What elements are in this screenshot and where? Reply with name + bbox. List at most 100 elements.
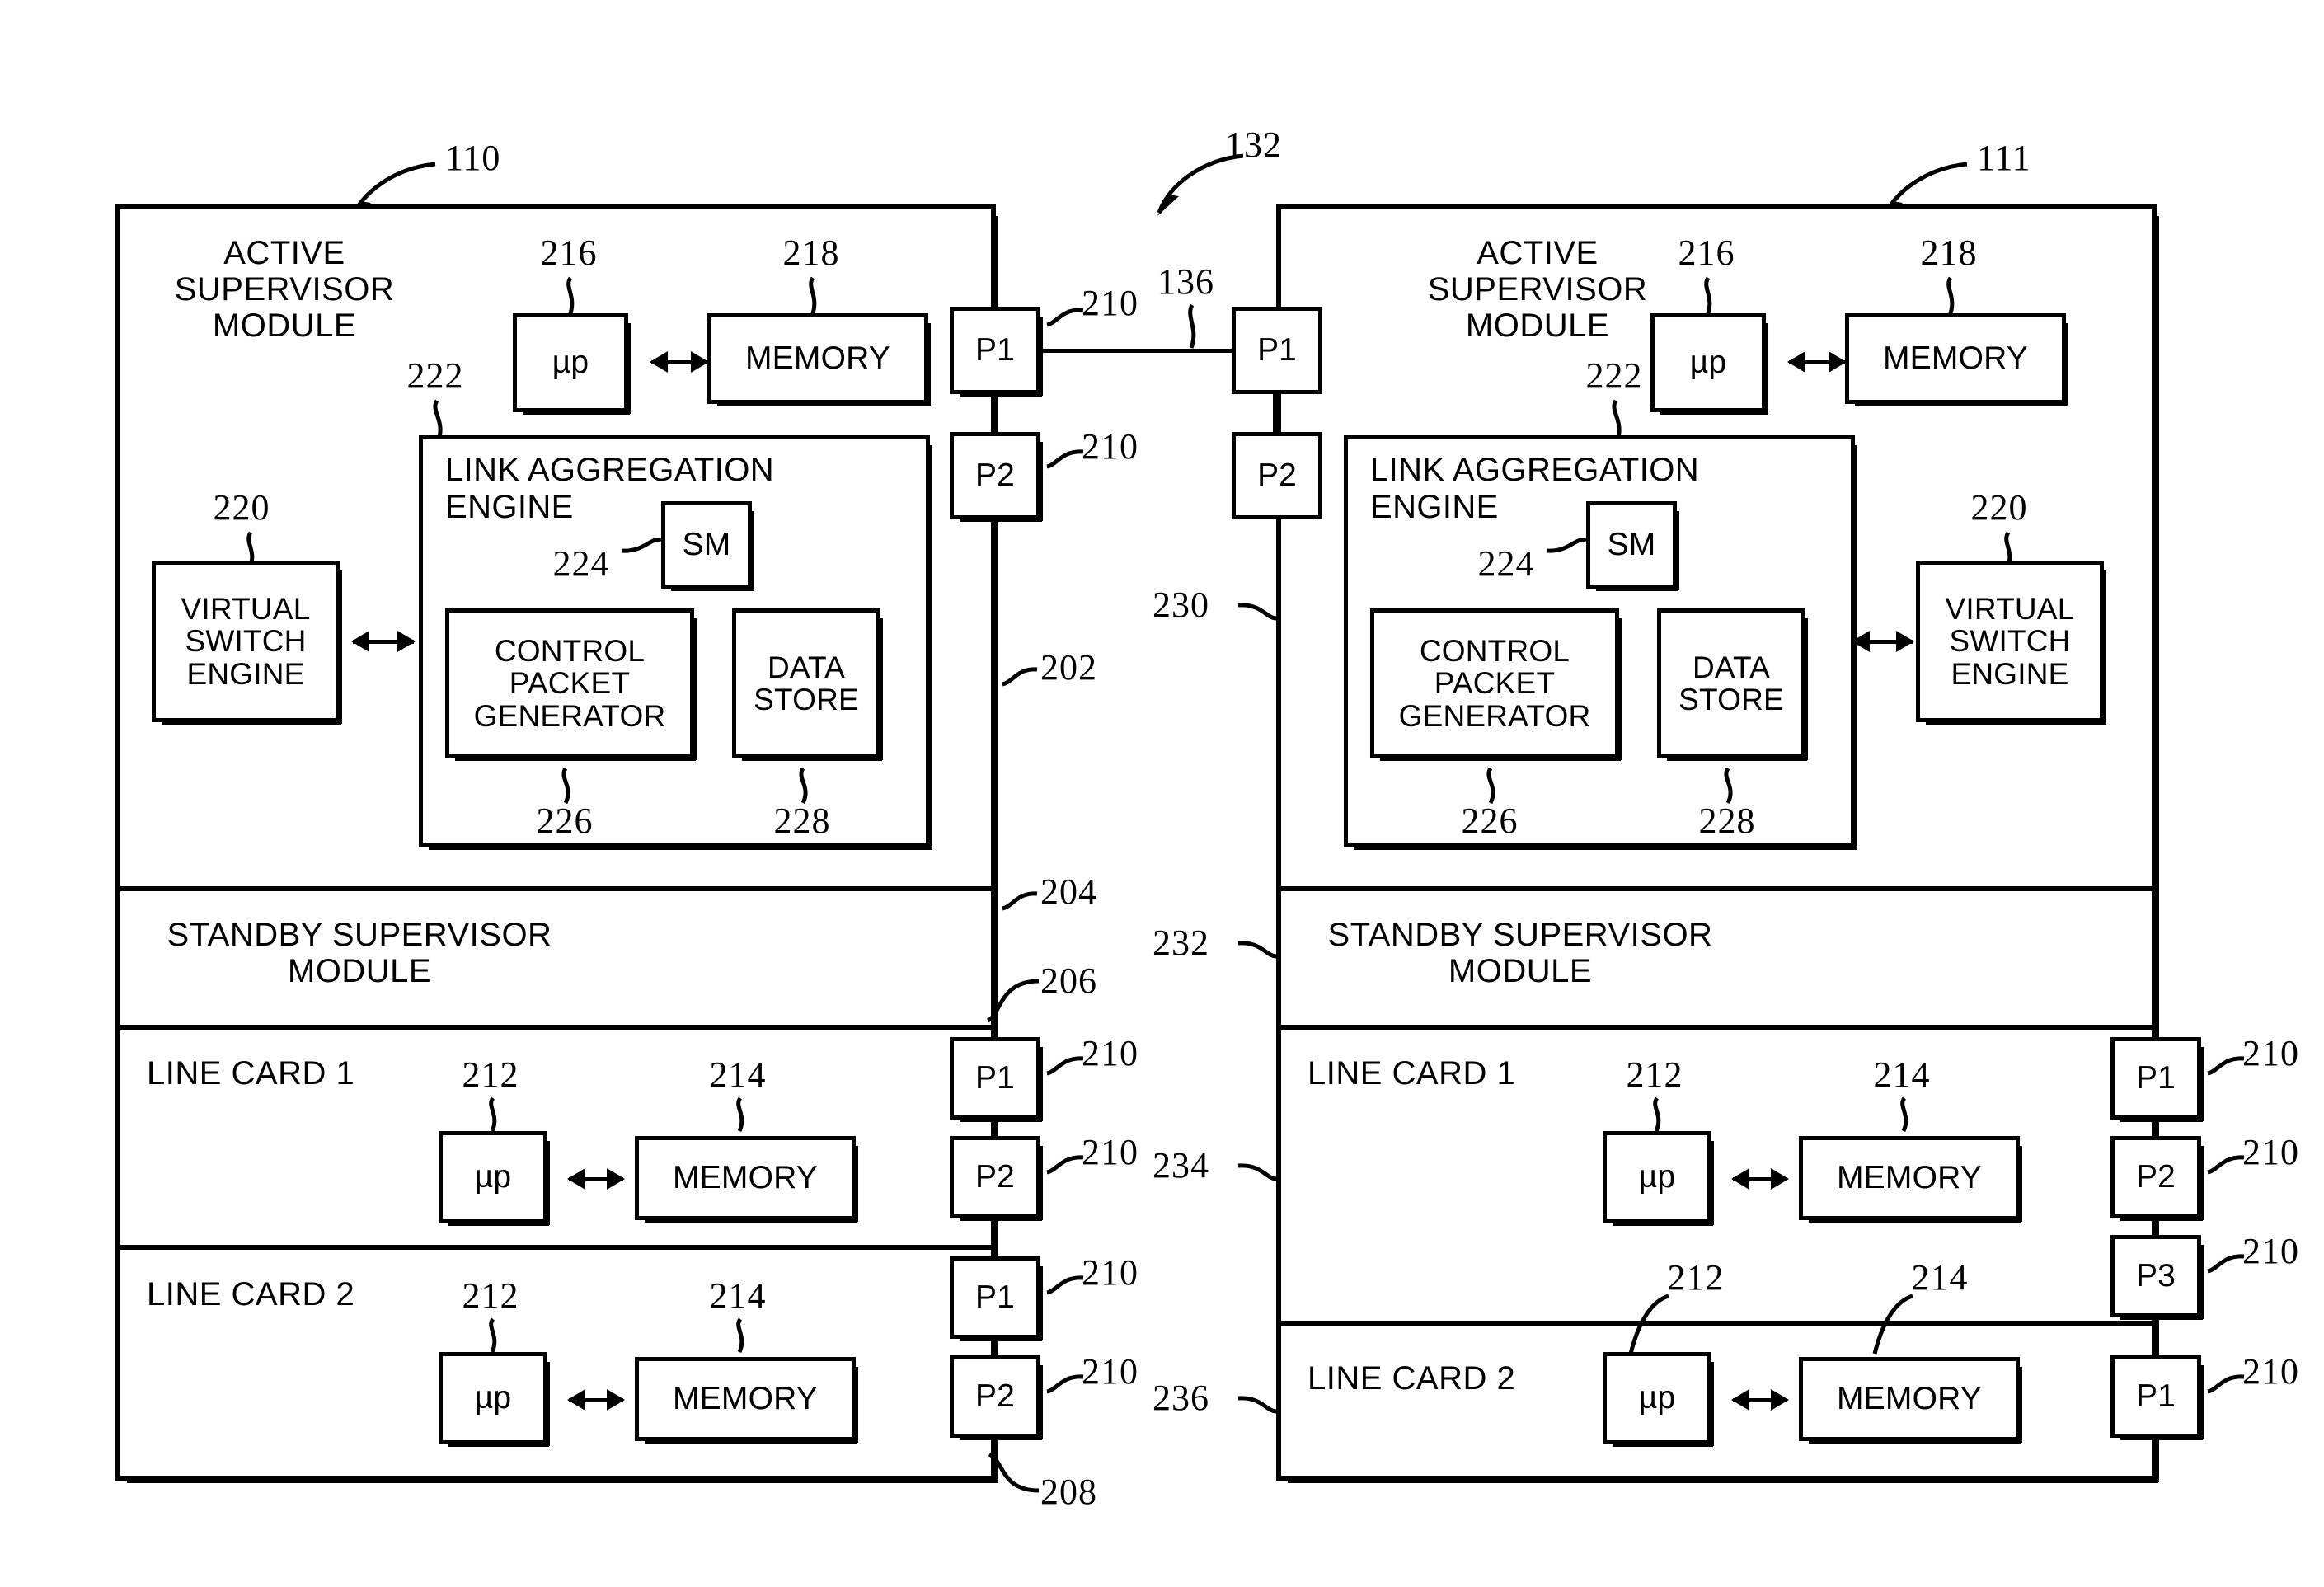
left-lc2-ref-214: 214 <box>709 1275 767 1316</box>
left-lc1-memory: MEMORY <box>635 1136 858 1223</box>
left-lae-ref-224: 224 <box>552 543 610 584</box>
left-ref-210-sup1: 210 <box>1082 283 1139 323</box>
left-sup-leader-216 <box>557 276 582 317</box>
left-virtual-switch-engine: VIRTUAL SWITCH ENGINE <box>152 561 342 725</box>
left-sup-ref-216: 216 <box>540 232 598 273</box>
right-sup-port-p2[interactable]: P2 <box>1232 432 1322 519</box>
right-ref-228: 228 <box>1698 801 1756 841</box>
left-sep-supervisor-standby <box>115 886 996 891</box>
left-lae-leader-224 <box>618 534 663 561</box>
left-lc2-port-p2[interactable]: P2 <box>950 1355 1043 1440</box>
right-lc2-arrow <box>1731 1389 1789 1411</box>
left-lc2-ref-212: 212 <box>462 1275 519 1316</box>
left-control-packet-generator: CONTROL PACKET GENERATOR <box>445 608 697 761</box>
right-lc1-arrow <box>1731 1168 1789 1190</box>
left-ref-210-lc1p1: 210 <box>1082 1033 1139 1073</box>
right-control-packet-generator-label: CONTROL PACKET GENERATOR <box>1398 634 1591 733</box>
left-line-card-2-title: LINE CARD 2 <box>147 1276 355 1312</box>
right-ref-234: 234 <box>1153 1145 1209 1186</box>
right-lc2-memory-label: MEMORY <box>1837 1381 1982 1417</box>
left-leader-206 <box>983 974 1040 1024</box>
left-lc1-port-p1[interactable]: P1 <box>950 1037 1043 1122</box>
left-lc2-microprocessor-label: µp <box>474 1380 512 1416</box>
left-ref-206: 206 <box>1040 960 1097 1001</box>
left-leader-210-lc1p2 <box>1045 1151 1085 1176</box>
right-lae-leader-224 <box>1543 534 1588 561</box>
right-vse-ref-220: 220 <box>1970 487 2028 528</box>
right-lc1-leader-214 <box>1891 1096 1916 1133</box>
left-sup-port-p1[interactable]: P1 <box>950 307 1043 397</box>
left-lc2-memory-label: MEMORY <box>673 1381 818 1417</box>
left-lc2-port-p1[interactable]: P1 <box>950 1256 1043 1341</box>
right-sup-leader-218 <box>1937 276 1962 317</box>
left-lc1-leader-212 <box>480 1096 505 1133</box>
right-ref-230: 230 <box>1153 585 1209 625</box>
left-sup-memory-label: MEMORY <box>745 340 890 377</box>
right-ref-210-lc1p2: 210 <box>2242 1132 2299 1172</box>
left-leader-210-lc2p2 <box>1045 1370 1085 1395</box>
right-lc1-memory: MEMORY <box>1799 1136 2022 1223</box>
right-sup-port-connector <box>1273 394 1280 432</box>
right-sup-memory-label: MEMORY <box>1883 340 2028 377</box>
left-lc1-leader-214 <box>727 1096 752 1133</box>
right-lc1-memory-label: MEMORY <box>1837 1160 1982 1196</box>
right-lc2-port-p1[interactable]: P1 <box>2110 1355 2204 1440</box>
left-leader-210-lc1p1 <box>1045 1052 1085 1077</box>
right-lc1-port-p2[interactable]: P2 <box>2110 1136 2204 1221</box>
left-standby-supervisor-title: STANDBY SUPERVISOR MODULE <box>167 917 552 989</box>
left-ref-210-lc2p1: 210 <box>1082 1252 1139 1293</box>
right-standby-supervisor-title: STANDBY SUPERVISOR MODULE <box>1327 917 1713 989</box>
left-virtual-switch-engine-label: VIRTUAL SWITCH ENGINE <box>181 592 311 691</box>
right-lc1-ref-212: 212 <box>1626 1054 1683 1095</box>
right-lc1-microprocessor: µp <box>1603 1131 1714 1226</box>
left-ref-204: 204 <box>1040 871 1097 912</box>
link-leader-136 <box>1179 303 1204 350</box>
right-line-card-1-title: LINE CARD 1 <box>1308 1055 1516 1092</box>
left-lc1-port-p2[interactable]: P2 <box>950 1136 1043 1221</box>
right-lc1-ref-214: 214 <box>1873 1054 1931 1095</box>
right-lae-sm-label: SM <box>1607 527 1656 563</box>
patent-figure: 132 110 ACTIVE SUPERVISOR MODULE 216 µp … <box>0 0 2324 1587</box>
right-lc1-port-p2-label: P2 <box>2135 1159 2176 1195</box>
left-leader-204 <box>1001 889 1039 913</box>
left-lc1-port-p2-label: P2 <box>974 1159 1016 1195</box>
right-leader-210-lc1p2 <box>2206 1151 2246 1176</box>
right-data-store: DATA STORE <box>1657 608 1808 761</box>
right-leader-236 <box>1235 1393 1278 1416</box>
left-leader-228 <box>791 767 816 805</box>
right-sup-port-p1-label: P1 <box>1257 332 1297 368</box>
left-sup-port-p2[interactable]: P2 <box>950 432 1043 522</box>
callout-136: 136 <box>1157 261 1214 302</box>
left-sup-microprocessor: µp <box>513 313 631 415</box>
right-sup-memory: MEMORY <box>1845 313 2068 406</box>
left-lae-sm-label: SM <box>682 527 731 563</box>
left-lc1-arrow <box>567 1168 625 1190</box>
left-lc2-leader-214 <box>727 1317 752 1354</box>
right-ref-236: 236 <box>1153 1378 1209 1418</box>
left-leader-208 <box>986 1452 1040 1499</box>
right-lc2-port-p1-label: P1 <box>2135 1378 2176 1415</box>
left-sup-memory: MEMORY <box>707 313 931 406</box>
left-sup-ref-218: 218 <box>782 232 840 273</box>
left-leader-202 <box>1001 664 1039 689</box>
right-data-store-label: DATA STORE <box>1678 650 1784 716</box>
right-lc1-port-p3[interactable]: P3 <box>2110 1235 2204 1320</box>
left-lc1-port-p1-label: P1 <box>974 1060 1016 1096</box>
right-sup-microprocessor: µp <box>1650 313 1768 415</box>
right-lc2-microprocessor: µp <box>1603 1352 1714 1447</box>
right-leader-230 <box>1235 600 1278 623</box>
right-sup-port-p1[interactable]: P1 <box>1232 307 1322 394</box>
right-ref-210-lc2p1: 210 <box>2242 1351 2299 1392</box>
right-lc1-port-p1[interactable]: P1 <box>2110 1037 2204 1122</box>
left-lc1-microprocessor-label: µp <box>474 1159 512 1195</box>
left-sup-port-p1-label: P1 <box>974 332 1016 369</box>
left-leader-226 <box>554 767 579 805</box>
right-lc1-port-p1-label: P1 <box>2135 1060 2176 1096</box>
left-line-card-1-title: LINE CARD 1 <box>147 1055 355 1092</box>
right-sup-ref-216: 216 <box>1678 232 1735 273</box>
right-line-card-2-title: LINE CARD 2 <box>1308 1360 1516 1397</box>
left-sep-standby-lc1 <box>115 1025 996 1030</box>
left-lc1-microprocessor: µp <box>439 1131 550 1226</box>
left-ref-210-sup2: 210 <box>1082 426 1139 467</box>
left-ref-202: 202 <box>1040 647 1097 688</box>
